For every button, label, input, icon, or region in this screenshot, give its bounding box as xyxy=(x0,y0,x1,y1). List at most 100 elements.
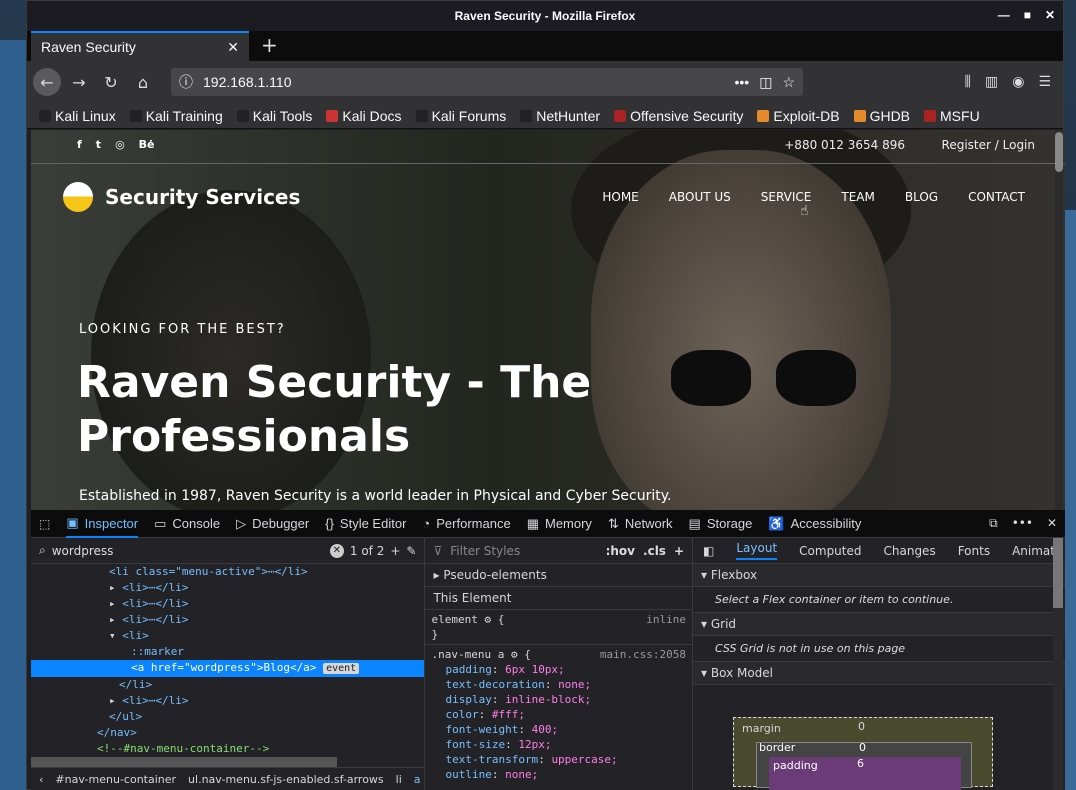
tree-node[interactable]: </li> xyxy=(31,677,424,693)
border-value[interactable]: 0 xyxy=(859,741,866,754)
tree-node-selected[interactable]: <a href="wordpress">Blog</a> event xyxy=(31,660,425,677)
tab-animations[interactable]: Animat xyxy=(1012,544,1055,558)
element-picker-icon[interactable]: ⬚ xyxy=(39,517,50,531)
tab-inspector[interactable]: ▣ Inspector xyxy=(66,510,139,538)
box-model-header[interactable]: ▾ Box Model xyxy=(693,662,1065,685)
property-name[interactable]: text-decoration xyxy=(445,678,544,691)
chevron-left-icon[interactable]: ‹ xyxy=(39,773,43,786)
page-actions-icon[interactable]: ••• xyxy=(734,74,749,90)
property-value[interactable]: 400; xyxy=(532,723,559,736)
tab-memory[interactable]: ▦ Memory xyxy=(527,516,592,532)
tree-node[interactable]: </ul> xyxy=(31,709,424,725)
facebook-icon[interactable]: f xyxy=(77,138,82,151)
tab-style-editor[interactable]: {} Style Editor xyxy=(325,516,406,531)
tree-node[interactable]: </nav> xyxy=(31,725,424,741)
twitter-icon[interactable]: t xyxy=(96,138,101,151)
property-name[interactable]: padding xyxy=(445,663,491,676)
behance-icon[interactable]: Bė xyxy=(139,138,155,151)
property-value[interactable]: inline-block; xyxy=(505,693,591,706)
close-devtools-icon[interactable]: ✕ xyxy=(1047,516,1057,531)
tab-fonts[interactable]: Fonts xyxy=(958,544,990,558)
reload-icon[interactable]: ↻ xyxy=(97,68,125,96)
property-value[interactable]: none; xyxy=(558,678,591,691)
property-name[interactable]: color xyxy=(445,708,478,721)
tab-console[interactable]: ▭ Console xyxy=(154,516,220,532)
menu-contact[interactable]: CONTACT xyxy=(968,190,1025,204)
cls-toggle[interactable]: .cls xyxy=(643,544,666,558)
menu-service[interactable]: SERVICE xyxy=(761,190,812,204)
rule-source[interactable]: inline xyxy=(646,612,686,627)
site-logo[interactable]: Security Services xyxy=(63,182,300,212)
tab-network[interactable]: ⇅ Network xyxy=(608,516,673,532)
minimize-icon[interactable]: — xyxy=(998,8,1010,22)
tree-node[interactable]: <!--#nav-menu-container--> xyxy=(31,741,424,757)
css-property[interactable]: display: inline-block; xyxy=(445,692,686,707)
eyedropper-icon[interactable]: ✎ xyxy=(406,544,416,558)
add-rule-icon[interactable]: + xyxy=(674,544,684,558)
bookmark-star-icon[interactable]: ☆ xyxy=(782,74,795,91)
bookmark-item[interactable]: Kali Tools xyxy=(236,108,312,124)
tree-node[interactable]: ▸ <li>⋯</li> xyxy=(31,596,424,612)
property-name[interactable]: display xyxy=(445,693,491,706)
tab-accessibility[interactable]: ♿ Accessibility xyxy=(768,516,861,532)
tab-layout[interactable]: Layout xyxy=(736,541,778,560)
bookmark-item[interactable]: Exploit-DB xyxy=(757,108,840,124)
property-value[interactable]: 6px 10px; xyxy=(505,663,565,676)
close-window-icon[interactable]: ✕ xyxy=(1045,8,1055,22)
css-property[interactable]: font-weight: 400; xyxy=(445,722,686,737)
close-tab-icon[interactable]: ✕ xyxy=(227,39,239,56)
css-property[interactable]: font-size: 12px; xyxy=(445,737,686,752)
bookmark-item[interactable]: MSFU xyxy=(924,108,980,124)
property-value[interactable]: 12px; xyxy=(518,738,551,751)
tree-node[interactable]: ▸ <li>⋯</li> xyxy=(31,612,424,628)
dock-icon[interactable]: ⧉ xyxy=(989,516,998,531)
forward-icon[interactable]: → xyxy=(65,68,93,96)
markup-hscrollbar[interactable] xyxy=(31,757,337,767)
hov-toggle[interactable]: :hov xyxy=(606,544,635,558)
css-property[interactable]: padding: 6px 10px; xyxy=(445,662,686,677)
tree-node[interactable]: ::marker xyxy=(31,644,424,660)
bookmark-item[interactable]: Kali Forums xyxy=(415,108,506,124)
margin-value[interactable]: 0 xyxy=(858,720,865,733)
bookmark-item[interactable]: GHDB xyxy=(853,108,910,124)
hamburger-menu-icon[interactable]: ☰ xyxy=(1038,74,1051,90)
tree-node[interactable]: ▸ <li>⋯</li> xyxy=(31,693,424,709)
menu-blog[interactable]: BLOG xyxy=(905,190,938,204)
browser-tab[interactable]: Raven Security ✕ xyxy=(31,31,249,61)
bookmark-item[interactable]: Kali Docs xyxy=(326,108,402,124)
menu-about[interactable]: ABOUT US xyxy=(669,190,731,204)
clear-search-icon[interactable]: ✕ xyxy=(329,543,344,558)
property-value[interactable]: #fff; xyxy=(492,708,525,721)
event-badge[interactable]: event xyxy=(323,663,360,674)
menu-team[interactable]: TEAM xyxy=(841,190,874,204)
property-name[interactable]: font-weight xyxy=(445,723,518,736)
bookmark-item[interactable]: NetHunter xyxy=(520,108,600,124)
flexbox-header[interactable]: ▾ Flexbox xyxy=(693,564,1065,587)
new-tab-icon[interactable]: + xyxy=(249,33,290,61)
page-scrollbar[interactable] xyxy=(1055,130,1063,510)
library-icon[interactable]: ⫼ xyxy=(965,74,971,90)
bookmark-item[interactable]: Kali Training xyxy=(129,108,223,124)
property-value[interactable]: uppercase; xyxy=(551,753,617,766)
menu-home[interactable]: HOME xyxy=(602,190,638,204)
tab-computed[interactable]: Computed xyxy=(799,544,861,558)
breadcrumb-item[interactable]: #nav-menu-container xyxy=(55,773,176,786)
pseudo-elements-header[interactable]: ▸ Pseudo-elements xyxy=(425,564,693,587)
breadcrumb-item[interactable]: a xyxy=(414,773,421,786)
sidebar-toggle-icon[interactable]: ◧ xyxy=(703,544,714,558)
property-name[interactable]: font-size xyxy=(445,738,505,751)
info-icon[interactable]: ⓘ xyxy=(179,72,193,92)
property-name[interactable]: text-transform xyxy=(445,753,538,766)
tab-storage[interactable]: ▤ Storage xyxy=(689,516,753,532)
filter-styles-input[interactable]: Filter Styles xyxy=(450,544,520,558)
url-bar[interactable]: ⓘ 192.168.1.110 ••• ◫ ☆ xyxy=(171,68,803,96)
bookmark-item[interactable]: Kali Linux xyxy=(39,108,116,124)
tree-node[interactable]: ▸ <li>⋯</li> xyxy=(31,580,424,596)
css-property[interactable]: text-decoration: none; xyxy=(445,677,686,692)
tab-changes[interactable]: Changes xyxy=(884,544,936,558)
account-icon[interactable]: ◉ xyxy=(1012,74,1024,90)
css-property[interactable]: outline: none; xyxy=(445,767,686,782)
search-input[interactable]: wordpress xyxy=(52,544,324,558)
register-login-link[interactable]: Register / Login xyxy=(942,138,1035,152)
pocket-icon[interactable]: ◫ xyxy=(759,74,772,91)
